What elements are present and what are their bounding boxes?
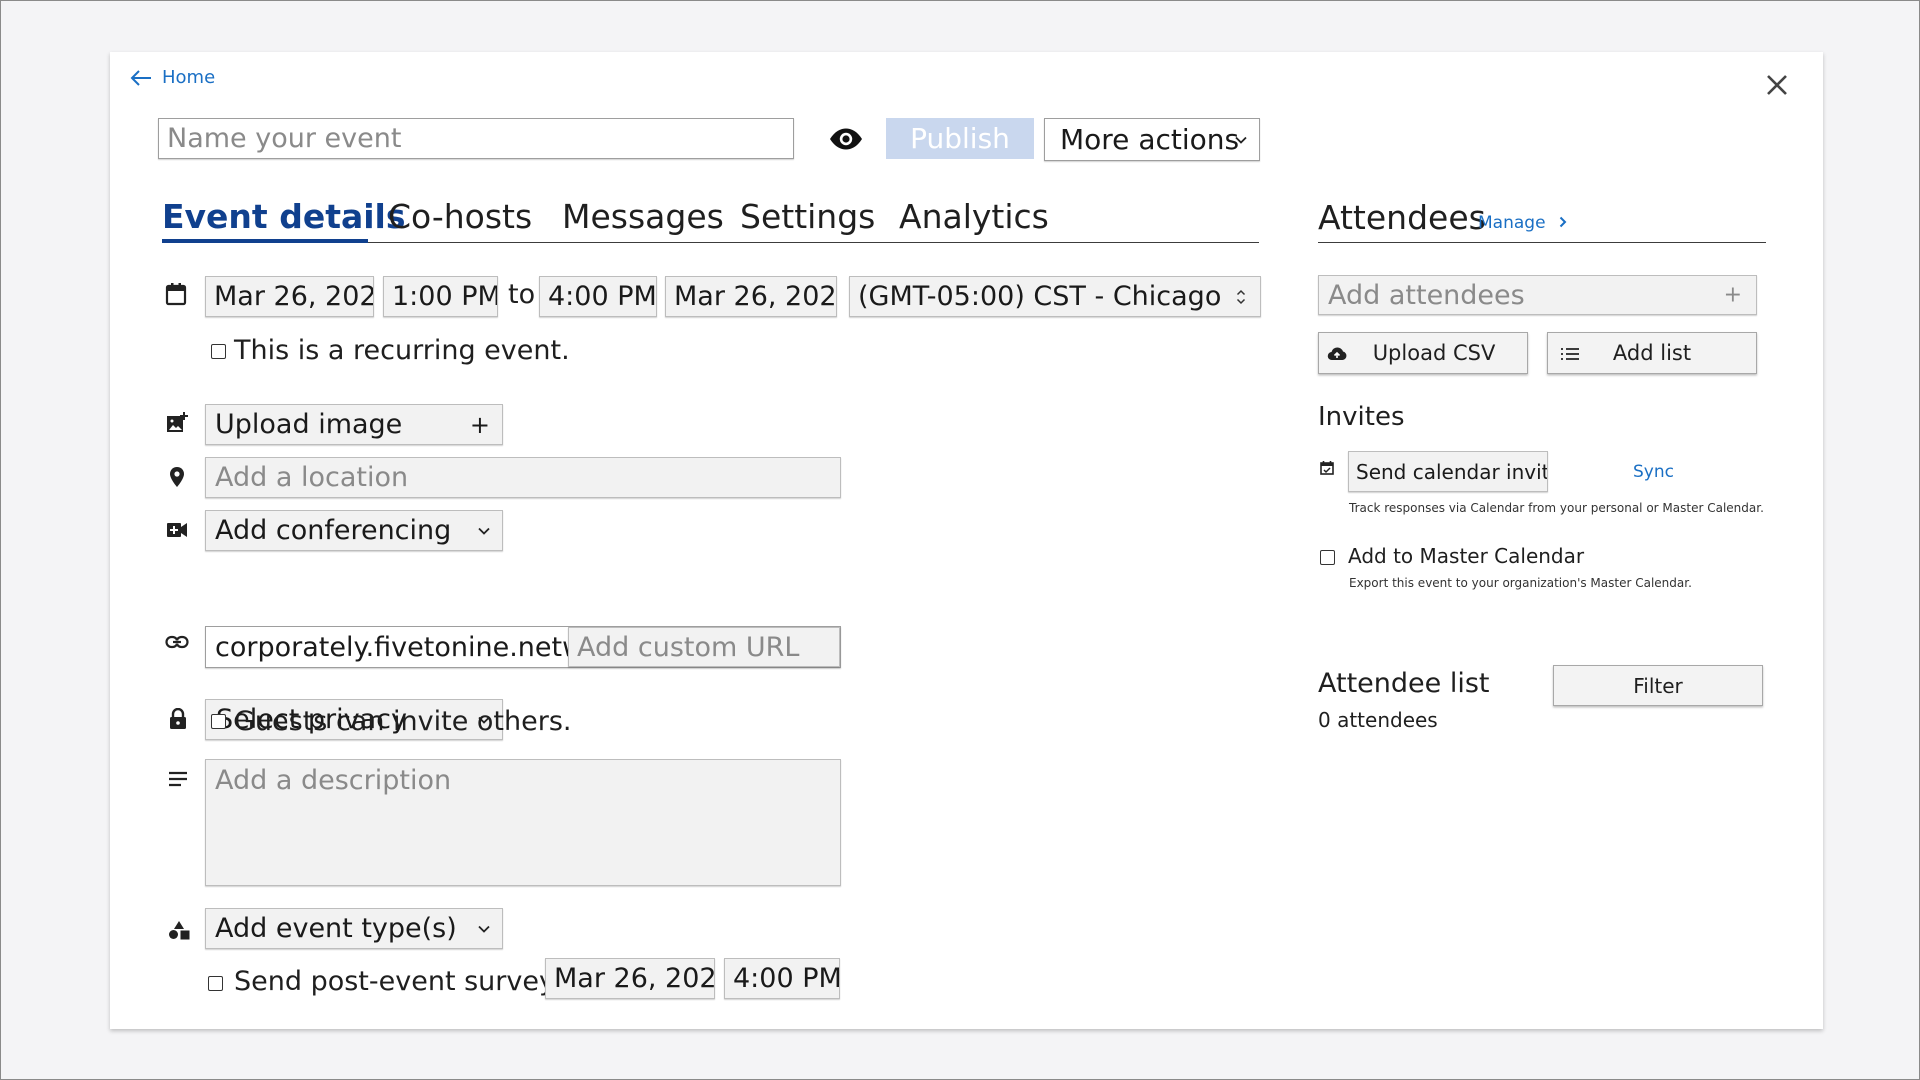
invites-title: Invites [1318,402,1405,432]
end-date-value: Mar 26, 2020 [674,281,837,312]
notes-icon [169,771,187,787]
updown-chevron-icon [1236,289,1246,304]
chevron-down-icon [1235,136,1247,144]
timezone-value: (GMT-05:00) CST - Chicago [858,281,1222,312]
track-responses-note: Track responses via Calendar from your p… [1349,501,1764,515]
arrow-left-icon [130,69,151,86]
master-calendar-label: Add to Master Calendar [1348,544,1585,568]
event-type-label: Add event type(s) [215,913,457,944]
location-placeholder: Add a location [215,462,409,493]
event-type-select[interactable]: Add event type(s) [205,908,503,949]
guests-invite-checkbox[interactable] [211,714,226,729]
location-input[interactable]: Add a location [205,457,841,498]
home-link[interactable]: Home [130,67,215,88]
active-tab-indicator [162,239,368,243]
preview-eye-icon[interactable] [828,127,864,151]
upload-csv-label: Upload CSV [1372,341,1496,365]
tab-analytics[interactable]: Analytics [899,197,1049,236]
attendee-list-title: Attendee list [1318,668,1490,699]
chevron-down-icon [478,925,490,933]
tab-messages[interactable]: Messages [562,197,724,236]
manage-attendees-link[interactable]: Manage [1478,213,1546,233]
recurring-label: This is a recurring event. [234,335,570,366]
custom-url-input[interactable]: Add custom URL [568,627,840,667]
survey-checkbox[interactable] [208,976,223,991]
tab-settings[interactable]: Settings [740,197,875,236]
home-link-label: Home [162,67,216,88]
description-placeholder: Add a description [215,765,452,796]
tab-event-details[interactable]: Event details [162,197,406,236]
survey-time-value: 4:00 PM [733,963,840,994]
export-note: Export this event to your organization's… [1349,576,1692,590]
chevron-down-icon [478,527,490,535]
end-time-field[interactable]: 4:00 PM [539,276,657,317]
description-textarea[interactable]: Add a description [205,759,841,886]
add-attendees-placeholder: Add attendees [1328,279,1525,311]
add-photo-icon [167,412,188,432]
upload-image-button[interactable]: Upload image + [205,404,503,445]
lock-icon [170,708,186,729]
cloud-upload-icon [1327,347,1347,361]
start-time-field[interactable]: 1:00 PM [383,276,498,317]
start-time-value: 1:00 PM [392,281,498,312]
survey-label: Send post-event survey [234,966,555,997]
conferencing-label: Add conferencing [215,515,452,546]
recurring-checkbox[interactable] [211,344,226,359]
list-icon [1561,348,1579,360]
link-icon [165,635,189,649]
to-label: to [508,279,536,310]
location-pin-icon [170,467,184,487]
plus-icon: + [469,410,490,439]
calendar-icon [165,283,187,306]
attendees-title: Attendees [1318,198,1486,237]
custom-url-placeholder: Add custom URL [577,631,800,663]
upload-image-label: Upload image [215,409,403,440]
conferencing-select[interactable]: Add conferencing [205,510,503,551]
survey-date-field[interactable]: Mar 26, 2020 [545,958,715,999]
video-add-icon [167,523,187,537]
more-actions-label: More actions [1060,123,1240,156]
category-shapes-icon [169,921,190,940]
tab-co-hosts[interactable]: Co-hosts [388,197,532,236]
calendar-check-icon [1320,461,1334,475]
event-editor-card: Home Name your event Publish More action… [110,52,1823,1029]
add-attendees-input[interactable]: Add attendees + [1318,275,1757,315]
publish-label: Publish [910,122,1010,155]
event-name-placeholder: Name your event [167,123,402,154]
close-icon[interactable] [1762,70,1792,100]
timezone-select[interactable]: (GMT-05:00) CST - Chicago [849,276,1261,317]
tab-bar: Event details Co-hosts Messages Settings… [162,197,1259,243]
guests-invite-label: Guests can invite others. [234,706,572,737]
master-calendar-checkbox[interactable] [1320,550,1335,565]
add-list-button[interactable]: Add list [1547,332,1757,374]
send-invite-label: Send calendar invite [1356,459,1548,484]
sync-link[interactable]: Sync [1633,462,1674,482]
publish-button[interactable]: Publish [886,118,1034,159]
upload-csv-button[interactable]: Upload CSV [1318,332,1528,374]
end-date-field[interactable]: Mar 26, 2020 [665,276,837,317]
end-time-value: 4:00 PM [548,281,657,312]
attendees-header: Attendees Manage [1318,198,1766,243]
add-list-label: Add list [1612,341,1692,365]
attendee-count: 0 attendees [1318,708,1438,732]
send-calendar-invite-button[interactable]: Send calendar invite [1348,451,1548,492]
filter-label: Filter [1633,673,1683,698]
more-actions-dropdown[interactable]: More actions [1044,118,1260,161]
filter-button[interactable]: Filter [1553,665,1763,706]
survey-time-field[interactable]: 4:00 PM [724,958,840,999]
plus-icon: + [1723,282,1742,308]
start-date-field[interactable]: Mar 26, 2020 [205,276,374,317]
chevron-right-icon[interactable] [1559,216,1567,228]
event-name-input[interactable]: Name your event [158,118,794,159]
start-date-value: Mar 26, 2020 [214,281,373,312]
survey-date-value: Mar 26, 2020 [554,963,715,994]
